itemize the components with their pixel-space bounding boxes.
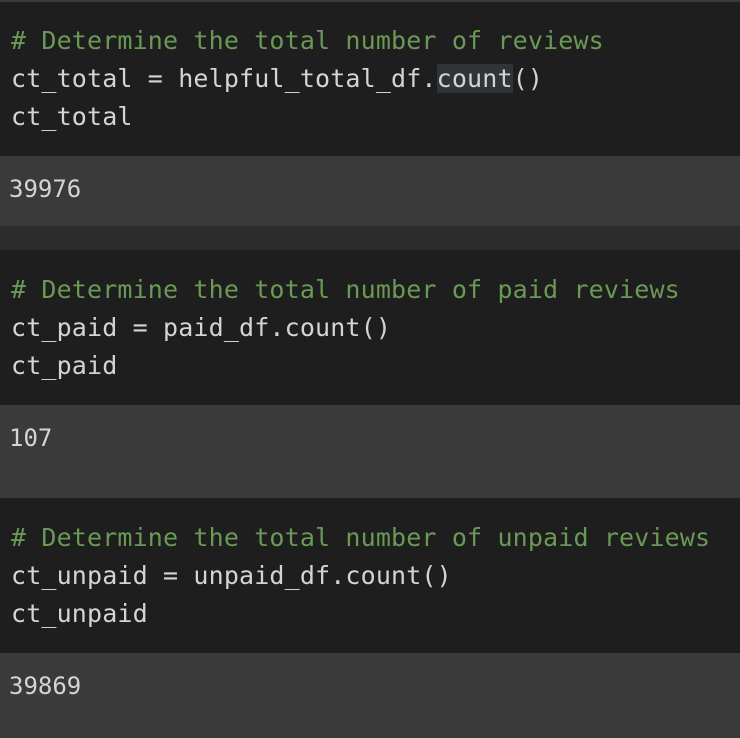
output-cell-unpaid: 39869 <box>0 653 740 738</box>
code-line-expression: ct_paid <box>11 351 118 380</box>
code-highlight: count <box>436 64 513 93</box>
code-line-assignment: ct_total = helpful_total_df.count() <box>11 60 543 98</box>
code-cell-unpaid[interactable]: # Determine the total number of unpaid r… <box>0 498 740 653</box>
output-cell-total: 39976 <box>0 156 740 226</box>
cell-divider <box>0 226 740 250</box>
output-cell-paid: 107 <box>0 405 740 498</box>
code-line-expression: ct_total <box>11 102 133 131</box>
code-line-assignment: ct_paid = paid_df.count() <box>11 313 392 342</box>
output-value: 107 <box>9 424 53 452</box>
code-comment: # Determine the total number of paid rev… <box>11 275 680 304</box>
code-line-expression: ct_unpaid <box>11 599 148 628</box>
code-comment: # Determine the total number of unpaid r… <box>11 523 711 552</box>
code-line-assignment: ct_unpaid = unpaid_df.count() <box>11 561 452 590</box>
code-comment: # Determine the total number of reviews <box>11 26 604 55</box>
code-cell-paid[interactable]: # Determine the total number of paid rev… <box>0 250 740 405</box>
output-value: 39869 <box>9 672 82 700</box>
code-cell-total[interactable]: # Determine the total number of reviews … <box>0 2 740 156</box>
code-text: () <box>512 64 544 93</box>
output-value: 39976 <box>9 175 82 203</box>
code-text: ct_total = helpful_total_df. <box>11 64 437 93</box>
